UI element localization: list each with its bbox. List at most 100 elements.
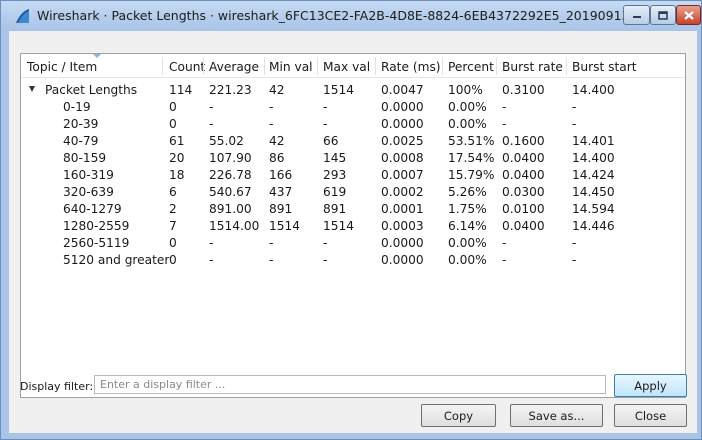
title-bar[interactable]: Wireshark · Packet Lengths · wireshark_6…: [1, 1, 701, 31]
cell-max: -: [323, 100, 328, 114]
cell-count: 61: [169, 134, 185, 148]
table-row[interactable]: 20-39 0 - - - 0.0000 0.00% - -: [21, 116, 685, 133]
cell-min: -: [269, 236, 274, 250]
cell-burst-rate: -: [502, 117, 507, 131]
column-divider[interactable]: [496, 57, 497, 75]
table-row[interactable]: 5120 and greater 0 - - - 0.0000 0.00% - -: [21, 252, 685, 269]
cell-count: 18: [169, 168, 185, 182]
cell-burst-start: -: [572, 236, 577, 250]
column-header-burst-start[interactable]: Burst start: [572, 60, 636, 74]
cell-burst-start: 14.450: [572, 185, 615, 199]
row-label: 20-39: [63, 117, 99, 131]
cell-max: 293: [323, 168, 347, 182]
close-window-button[interactable]: [676, 5, 701, 25]
cell-max: 1514: [323, 83, 355, 97]
row-label: 320-639: [63, 185, 114, 199]
cell-count: 7: [169, 219, 177, 233]
cell-burst-rate: -: [502, 236, 507, 250]
cell-max: -: [323, 253, 328, 267]
close-button[interactable]: Close: [614, 404, 687, 427]
table-row[interactable]: 2560-5119 0 - - - 0.0000 0.00% - -: [21, 235, 685, 252]
cell-percent: 17.54%: [448, 151, 495, 165]
save-as-button[interactable]: Save as...: [510, 404, 603, 427]
cell-burst-rate: 0.0300: [502, 185, 545, 199]
row-label: 80-159: [63, 151, 107, 165]
cell-rate: 0.0000: [381, 236, 424, 250]
cell-average: 107.90: [209, 151, 252, 165]
column-divider[interactable]: [442, 57, 443, 75]
column-header-average[interactable]: Average: [209, 60, 259, 74]
cell-percent: 5.26%: [448, 185, 487, 199]
table-row[interactable]: 1280-2559 7 1514.00 1514 1514 0.0003 6.14% 0.04…: [21, 218, 685, 235]
column-divider[interactable]: [162, 57, 163, 75]
cell-rate: 0.0000: [381, 253, 424, 267]
copy-button[interactable]: Copy: [421, 404, 496, 427]
cell-burst-rate: 0.0100: [502, 202, 545, 216]
cell-average: -: [209, 236, 214, 250]
table-row[interactable]: 40-79 61 55.02 42 66 0.0025 53.51% 0.1600 14.401: [21, 133, 685, 150]
column-divider[interactable]: [375, 57, 376, 75]
display-filter-label: Display filter:: [20, 380, 94, 393]
column-divider[interactable]: [566, 57, 567, 75]
collapse-arrow-icon[interactable]: [29, 86, 35, 92]
maximize-button[interactable]: [650, 5, 676, 25]
table-row[interactable]: 80-159 20 107.90 86 145 0.0008 17.54% 0.0400 14.…: [21, 150, 685, 167]
column-header-rate[interactable]: Rate (ms): [381, 60, 441, 74]
column-header-count[interactable]: Count: [169, 60, 205, 74]
cell-min: 1514: [269, 219, 301, 233]
cell-burst-start: -: [572, 253, 577, 267]
cell-burst-rate: 0.0400: [502, 219, 545, 233]
row-label: 0-19: [63, 100, 91, 114]
cell-count: 0: [169, 100, 177, 114]
cell-max: 145: [323, 151, 347, 165]
table-row[interactable]: 320-639 6 540.67 437 619 0.0002 5.26% 0.0300 14.…: [21, 184, 685, 201]
cell-average: 221.23: [209, 83, 252, 97]
cell-min: -: [269, 117, 274, 131]
row-label: Packet Lengths: [45, 83, 138, 97]
cell-burst-start: 14.594: [572, 202, 615, 216]
minimize-icon: [632, 16, 641, 18]
apply-button[interactable]: Apply: [614, 374, 687, 397]
column-divider[interactable]: [203, 57, 204, 75]
column-divider[interactable]: [264, 57, 265, 75]
column-divider[interactable]: [317, 57, 318, 75]
row-label: 1280-2559: [63, 219, 130, 233]
cell-rate: 0.0000: [381, 100, 424, 114]
cell-percent: 0.00%: [448, 117, 487, 131]
window-title: Wireshark · Packet Lengths · wireshark_6…: [37, 8, 666, 23]
cell-burst-start: 14.424: [572, 168, 615, 182]
cell-rate: 0.0025: [381, 134, 424, 148]
cell-percent: 0.00%: [448, 253, 487, 267]
tree-row-packet-lengths[interactable]: Packet Lengths 114 221.23 42 1514 0.0047…: [21, 82, 685, 99]
table-row[interactable]: 640-1279 2 891.00 891 891 0.0001 1.75% 0.0100 14…: [21, 201, 685, 218]
wireshark-fin-icon: [16, 9, 29, 23]
cell-max: 891: [323, 202, 347, 216]
column-header-burst-rate[interactable]: Burst rate: [502, 60, 563, 74]
cell-average: -: [209, 117, 214, 131]
row-label: 40-79: [63, 134, 99, 148]
cell-percent: 100%: [448, 83, 483, 97]
packet-lengths-window: Wireshark · Packet Lengths · wireshark_6…: [0, 0, 702, 440]
row-label: 640-1279: [63, 202, 122, 216]
cell-rate: 0.0008: [381, 151, 424, 165]
cell-percent: 0.00%: [448, 100, 487, 114]
cell-min: 42: [269, 83, 285, 97]
table-row[interactable]: 0-19 0 - - - 0.0000 0.00% - -: [21, 99, 685, 116]
cell-rate: 0.0000: [381, 117, 424, 131]
table-row[interactable]: 160-319 18 226.78 166 293 0.0007 15.79% 0.0400 1…: [21, 167, 685, 184]
packet-lengths-tree[interactable]: Topic / Item Count Average Min val Max v…: [20, 53, 686, 398]
cell-average: 55.02: [209, 134, 244, 148]
column-header-topic[interactable]: Topic / Item: [27, 60, 97, 74]
cell-average: 540.67: [209, 185, 252, 199]
cell-min: 891: [269, 202, 293, 216]
sort-indicator-icon: [93, 54, 101, 58]
display-filter-input[interactable]: [94, 375, 606, 394]
column-header-percent[interactable]: Percent: [448, 60, 494, 74]
minimize-button[interactable]: [623, 5, 650, 25]
column-header-min[interactable]: Min val: [269, 60, 313, 74]
cell-burst-start: 14.446: [572, 219, 615, 233]
cell-count: 114: [169, 83, 193, 97]
maximize-icon: [658, 10, 668, 20]
cell-average: 1514.00: [209, 219, 260, 233]
column-header-max[interactable]: Max val: [323, 60, 370, 74]
